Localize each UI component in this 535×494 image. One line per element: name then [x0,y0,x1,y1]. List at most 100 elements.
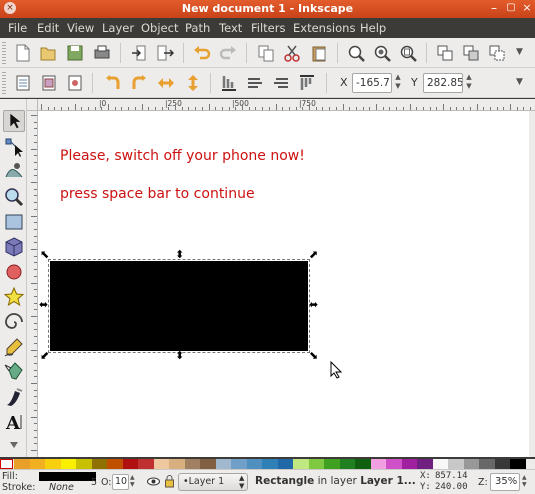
color-swatch[interactable] [14,459,30,469]
zoom-drawing-icon[interactable] [373,44,391,62]
menu-extensions[interactable]: Extensions [293,21,355,35]
color-swatch[interactable] [448,459,464,469]
stroke-width[interactable]: 5 [91,477,97,488]
color-swatch[interactable] [231,459,247,469]
copy-icon[interactable] [257,44,275,62]
drawing-canvas[interactable]: Please, switch off your phone now! press… [38,111,529,457]
color-swatch[interactable] [76,459,92,469]
star-tool-icon[interactable] [3,286,25,308]
fill-indicator[interactable] [39,472,96,481]
toolbar-grip[interactable] [2,42,6,64]
scale-handle-sw-icon[interactable]: ⬋ [40,350,49,361]
scale-handle-w-icon[interactable]: ⬌ [39,299,48,310]
color-swatch[interactable] [324,459,340,469]
overflow-arrow-icon[interactable]: ▼ [516,77,523,87]
unlink-clone-icon[interactable] [488,44,506,62]
layer-lock-icon[interactable] [164,474,175,488]
x-spinner-arrows-icon[interactable]: ▲ ▼ [393,73,403,93]
color-swatch[interactable] [370,459,387,469]
vertical-scrollbar[interactable] [529,111,535,457]
menu-text[interactable]: Text [219,21,242,35]
color-swatch[interactable] [184,459,201,469]
rotate-cw-icon[interactable] [130,74,148,92]
pen-tool-icon[interactable] [3,361,25,383]
color-swatch[interactable] [153,459,170,469]
rotate-ccw-icon[interactable] [104,74,122,92]
close-icon[interactable]: × [521,2,533,14]
pencil-tool-icon[interactable] [3,336,25,358]
duplicate-icon[interactable] [436,44,454,62]
selector-tool-icon[interactable] [3,110,25,132]
overflow-arrow-icon[interactable]: ▼ [516,47,523,57]
y-spinner-arrows-icon[interactable]: ▲ ▼ [464,73,474,93]
print-icon[interactable] [93,44,111,62]
select-all-icon[interactable] [14,74,32,92]
horizontal-ruler[interactable]: |0 |250 |500 |750 [38,99,535,111]
cut-icon[interactable] [283,44,301,62]
zoom-spinner-icon[interactable]: ▲ ▼ [522,474,527,488]
color-swatch[interactable] [386,459,402,469]
node-tool-icon[interactable] [3,135,25,157]
layer-dropdown[interactable]: •Layer 1 ▲ ▼ [178,473,248,491]
color-swatch[interactable] [200,459,216,469]
no-paint-swatch-icon[interactable] [0,459,13,469]
color-swatch[interactable] [432,459,449,469]
vertical-ruler[interactable] [27,111,38,457]
layer-visibility-icon[interactable] [147,475,160,488]
color-swatch[interactable] [169,459,185,469]
black-rectangle[interactable] [48,259,310,353]
import-icon[interactable] [131,44,149,62]
spiral-tool-icon[interactable] [3,311,25,333]
deselect-icon[interactable] [66,74,84,92]
zoom-page-icon[interactable] [399,44,417,62]
color-swatch[interactable] [262,459,278,469]
scale-handle-se-icon[interactable]: ⬊ [309,350,318,361]
maximize-icon[interactable]: ▢ [505,2,517,14]
color-swatch[interactable] [45,459,61,469]
new-document-icon[interactable] [14,44,32,62]
flip-horizontal-icon[interactable] [157,74,175,92]
menu-help[interactable]: Help [360,21,386,35]
zoom-tool-icon[interactable] [3,186,25,208]
color-swatch[interactable] [417,459,433,469]
menu-edit[interactable]: Edit [37,21,59,35]
menu-object[interactable]: Object [141,21,178,35]
scale-handle-n-icon[interactable]: ⬍ [175,249,184,260]
stroke-indicator[interactable]: None [49,482,74,493]
color-swatch[interactable] [29,459,46,469]
color-swatch[interactable] [308,459,325,469]
text-tool-icon[interactable]: A [3,411,25,433]
x-coordinate-input[interactable]: -165.71 [352,73,392,93]
menu-layer[interactable]: Layer [102,21,134,35]
zoom-selection-icon[interactable] [347,44,365,62]
more-tools-icon[interactable] [3,436,25,458]
scale-handle-ne-icon[interactable]: ⬈ [309,249,318,260]
color-swatch[interactable] [293,459,309,469]
menu-view[interactable]: View [67,21,94,35]
minimize-icon[interactable]: – [488,2,500,14]
color-swatch[interactable] [246,459,263,469]
rectangle-tool-icon[interactable] [3,211,25,233]
scale-handle-e-icon[interactable]: ⬌ [309,299,318,310]
color-swatch[interactable] [215,459,232,469]
color-swatch[interactable] [339,459,356,469]
color-swatch[interactable] [401,459,418,469]
canvas-text-line1[interactable]: Please, switch off your phone now! [60,148,305,164]
zoom-input[interactable]: 35% [490,473,520,491]
export-icon[interactable] [156,44,174,62]
ellipse-tool-icon[interactable] [3,261,25,283]
save-icon[interactable] [66,44,84,62]
opacity-spinner-icon[interactable]: ▲ ▼ [130,474,135,488]
scale-handle-nw-icon[interactable]: ⬉ [40,249,49,260]
color-swatch[interactable] [510,459,526,469]
opacity-input[interactable]: 10 [112,474,129,490]
canvas-text-line2[interactable]: press space bar to continue [60,186,255,202]
redo-icon[interactable] [219,44,237,62]
color-swatch[interactable] [463,459,480,469]
calligraphy-tool-icon[interactable] [3,386,25,408]
color-swatch[interactable] [60,459,77,469]
clone-icon[interactable] [462,44,480,62]
color-swatch[interactable] [91,459,108,469]
y-coordinate-input[interactable]: 282.857 [423,73,463,93]
color-swatch[interactable] [122,459,139,469]
